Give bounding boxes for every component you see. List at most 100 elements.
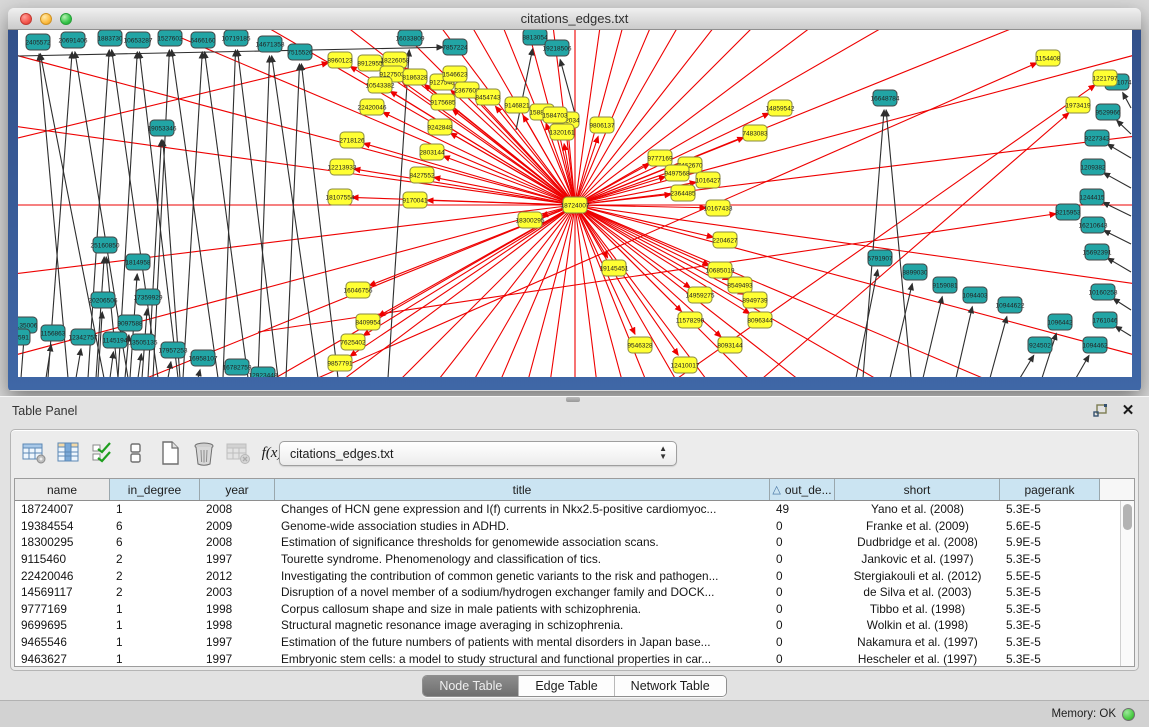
graph-node-label: 6791907 [867, 256, 893, 263]
table-cell: Embryonic stem cells: a model to study s… [275, 652, 770, 666]
stacked-rows-icon[interactable] [121, 438, 151, 468]
graph-node-label: 17957253 [159, 348, 188, 355]
graph-node-label: 8409954 [355, 320, 381, 327]
table-selector-combobox[interactable]: citations_edges.txt ▲▼ [279, 441, 677, 466]
table-cell: 1 [110, 618, 200, 632]
window-titlebar[interactable]: citations_edges.txt [8, 8, 1141, 30]
graph-node-label: 20691406 [59, 38, 88, 45]
column-header-label: in_degree [128, 483, 181, 497]
column-header-label: short [904, 483, 931, 497]
graph-node-label: 9857791 [327, 361, 353, 368]
panel-title: Table Panel [12, 404, 77, 418]
delete-trash-icon[interactable] [189, 438, 219, 468]
graph-edge [364, 143, 575, 205]
column-header-out_de[interactable]: △out_de... [770, 479, 835, 500]
table-cell: 22420046 [15, 569, 110, 583]
table-row[interactable]: 1830029562008Estimation of significance … [15, 534, 1120, 551]
graph-edge [450, 133, 575, 205]
table-cell: 9463627 [15, 652, 110, 666]
graph-edge [1076, 355, 1089, 377]
table-cell: 0 [770, 535, 835, 549]
table-cell: 49 [770, 502, 835, 516]
table-row[interactable]: 977716911998Corpus callosum shape and si… [15, 601, 1120, 618]
table-row[interactable]: 1872400712008Changes of HCN gene express… [15, 501, 1120, 518]
graph-node-label: 8186328 [402, 75, 428, 82]
graph-node-label: 11578290 [676, 318, 705, 325]
graph-node-label: 10653287 [124, 38, 153, 45]
graph-node-label: 1209382 [1080, 165, 1106, 172]
graph-node-label: 9242848 [427, 125, 453, 132]
table-cell: Yano et al. (2008) [835, 502, 1000, 516]
column-header-short[interactable]: short [835, 479, 1000, 500]
graph-node-label: 9146821 [504, 103, 530, 110]
network-canvas[interactable]: 2405572206914061883730106532871527602646… [18, 30, 1132, 377]
column-header-name[interactable]: name [15, 479, 110, 500]
table-cell: 1998 [200, 618, 275, 632]
table-cell: Structural magnetic resonance image aver… [275, 618, 770, 632]
table-cell: 1 [110, 652, 200, 666]
table-cell: Franke et al. (2009) [835, 519, 1000, 533]
graph-node-label: 1527602 [157, 36, 183, 43]
column-header-pagerank[interactable]: pagerank [1000, 479, 1100, 500]
graph-node-label: 12213933 [328, 165, 357, 172]
column-header-in_degree[interactable]: in_degree [110, 479, 200, 500]
table-row[interactable]: 911546021997Tourette syndrome. Phenomeno… [15, 551, 1120, 568]
scrollbar-thumb[interactable] [1123, 504, 1132, 530]
table-cell: 5.3E-5 [1000, 552, 1100, 566]
graph-node-label: 7483083 [742, 131, 768, 138]
table-cell: Estimation of significance thresholds fo… [275, 535, 770, 549]
graph-edge [153, 50, 169, 377]
graph-edge [1117, 120, 1131, 134]
table-row[interactable]: 2242004622012Investigating the contribut… [15, 567, 1120, 584]
table-row[interactable]: 946362711997Embryonic stem cells: a mode… [15, 650, 1120, 666]
graph-edge [1103, 202, 1131, 216]
table-row[interactable]: 1456911722003Disruption of a novel membe… [15, 584, 1120, 601]
graph-node-label: 9097588 [117, 321, 143, 328]
graph-node-label: 9170041 [402, 198, 428, 205]
graph-node-label: 1016427 [695, 178, 721, 185]
column-header-title[interactable]: title [275, 479, 770, 500]
minimize-window-icon[interactable] [40, 13, 52, 25]
float-panel-icon[interactable] [1091, 403, 1109, 419]
graph-edge [763, 113, 1069, 377]
graph-edge [1107, 144, 1131, 158]
table-row[interactable]: 946554611997Estimation of the future num… [15, 634, 1120, 651]
tab-edge-table[interactable]: Edge Table [519, 676, 614, 696]
show-columns-icon[interactable] [53, 438, 83, 468]
graph-node-label: 9175685 [430, 100, 456, 107]
graph-node-label: 2718126 [339, 138, 365, 145]
graph-node-label: 1094403 [962, 293, 988, 300]
close-window-icon[interactable] [20, 13, 32, 25]
table-row[interactable]: 1938455462009Genome-wide association stu… [15, 518, 1120, 535]
graph-node-label: 22420046 [358, 105, 387, 112]
table-mode-icon[interactable] [19, 438, 49, 468]
close-panel-icon[interactable]: ✕ [1119, 403, 1137, 419]
graph-node-label: 1761046 [1092, 318, 1118, 325]
table-cell: 0 [770, 635, 835, 649]
table-cell: 5.9E-5 [1000, 535, 1100, 549]
table-tabs: Node Table Edge Table Network Table [0, 675, 1149, 697]
table-cell: 2 [110, 569, 200, 583]
tab-node-table[interactable]: Node Table [423, 676, 519, 696]
zoom-window-icon[interactable] [60, 13, 72, 25]
column-header-label: pagerank [1024, 483, 1074, 497]
new-document-icon[interactable] [155, 438, 185, 468]
graph-node-label: 6466160 [190, 38, 216, 45]
graph-node-label: 10944622 [996, 303, 1025, 310]
table-cell: Tourette syndrome. Phenomenology and cla… [275, 552, 770, 566]
table-cell: Investigating the contribution of common… [275, 569, 770, 583]
tab-network-table[interactable]: Network Table [615, 676, 726, 696]
graph-node-label: 14671358 [256, 42, 285, 49]
table-body: 1872400712008Changes of HCN gene express… [15, 501, 1120, 666]
graph-node-label: 9777169 [647, 156, 673, 163]
panel-resize-grip[interactable] [566, 397, 580, 402]
table-cell: 9465546 [15, 635, 110, 649]
table-row[interactable]: 969969511998Structural magnetic resonanc… [15, 617, 1120, 634]
column-header-year[interactable]: year [200, 479, 275, 500]
table-vertical-scrollbar[interactable] [1120, 501, 1134, 666]
select-rows-icon[interactable] [87, 438, 117, 468]
table-cell: Jankovic et al. (1997) [835, 552, 1000, 566]
graph-edge [1020, 355, 1034, 377]
graph-node-label: 15692391 [1083, 250, 1112, 257]
table-cell: 2008 [200, 535, 275, 549]
